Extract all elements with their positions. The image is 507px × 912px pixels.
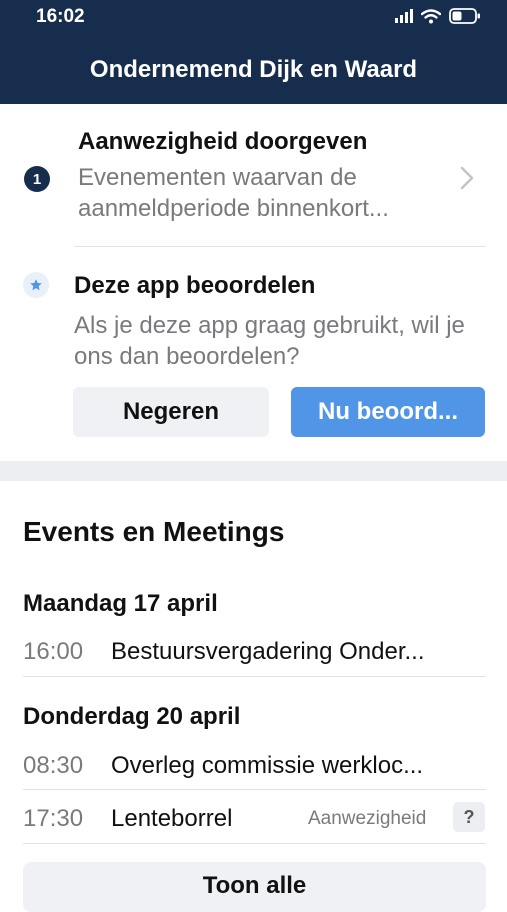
status-time: 16:02 — [36, 6, 85, 27]
status-icons — [395, 8, 481, 24]
divider — [74, 246, 486, 247]
wifi-icon — [421, 8, 441, 24]
attendance-label: Aanwezigheid — [308, 808, 427, 829]
rate-app-subtitle: Als je deze app graag gebruikt, wil je o… — [74, 312, 465, 370]
divider — [23, 789, 486, 790]
chevron-right-icon[interactable] — [460, 166, 474, 195]
star-icon — [23, 272, 49, 298]
section-separator — [0, 461, 507, 481]
app-header: 16:02 Ondernemend Dijk en Waard — [0, 0, 507, 104]
event-time: 17:30 — [23, 805, 84, 832]
day-heading: Maandag 17 april — [23, 590, 218, 617]
event-title[interactable]: Bestuursvergadering Onder... — [111, 638, 483, 666]
event-time: 08:30 — [23, 752, 84, 779]
signal-icon — [395, 9, 413, 23]
notification-badge: 1 — [24, 166, 50, 192]
ignore-button[interactable]: Negeren — [73, 387, 269, 437]
day-heading: Donderdag 20 april — [23, 703, 241, 730]
show-all-button[interactable]: Toon alle — [23, 862, 486, 912]
events-section-title: Events en Meetings — [23, 516, 285, 547]
event-title[interactable]: Lenteborrel — [111, 805, 291, 833]
rate-app-title: Deze app beoordelen — [74, 272, 316, 299]
page-title: Ondernemend Dijk en Waard — [89, 56, 418, 83]
rate-now-button[interactable]: Nu beoord... — [291, 387, 485, 437]
event-title[interactable]: Overleg commissie werkloc... — [111, 752, 483, 780]
attendance-title: Aanwezigheid doorgeven — [78, 128, 368, 155]
attendance-subtitle: Evenementen waarvan de aanmeldperiode bi… — [78, 164, 389, 222]
divider — [23, 676, 486, 677]
divider — [23, 843, 486, 844]
attendance-status-button[interactable]: ? — [453, 802, 485, 832]
event-time: 16:00 — [23, 638, 84, 665]
battery-icon — [449, 8, 481, 24]
